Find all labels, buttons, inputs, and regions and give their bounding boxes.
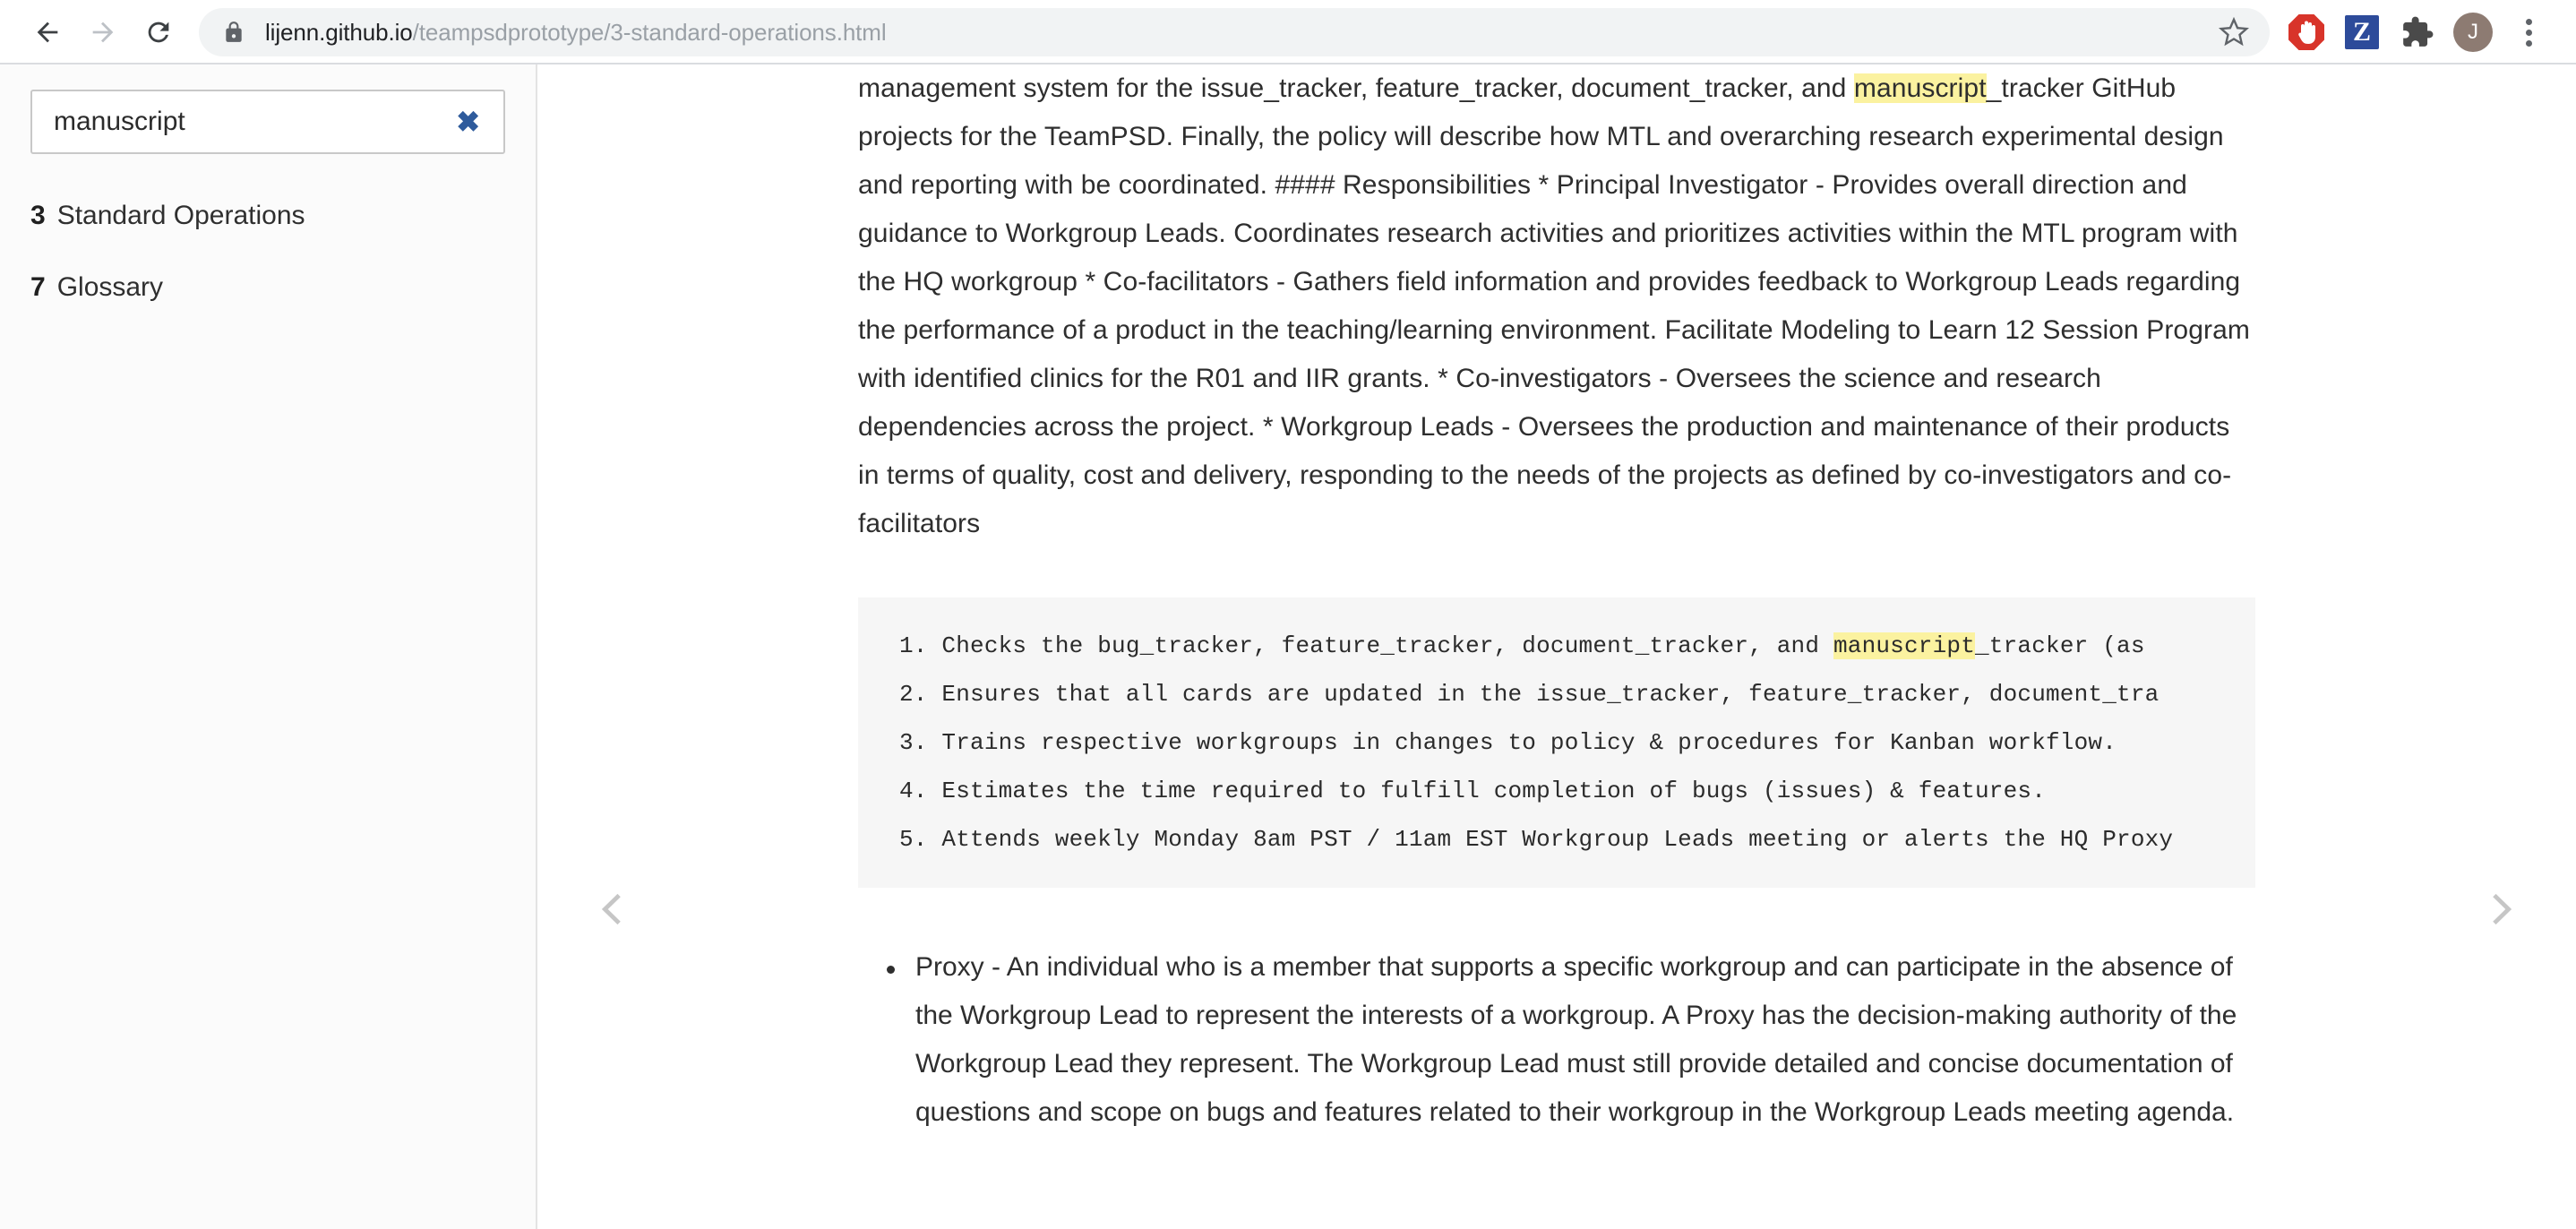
result-count: 3 bbox=[30, 201, 46, 230]
search-sidebar: manuscript ✖ 3 Standard Operations 7 Glo… bbox=[0, 64, 537, 1229]
paragraph-part-1: management system for the issue_tracker,… bbox=[858, 73, 1854, 103]
code-line-text: 1. Checks the bug_tracker, feature_track… bbox=[899, 632, 1833, 659]
list-item: Proxy - An individual who is a member th… bbox=[858, 943, 2242, 1137]
url-host: lijenn.github.io bbox=[265, 18, 413, 46]
search-input[interactable]: manuscript ✖ bbox=[30, 90, 505, 154]
chevron-right-icon bbox=[2493, 893, 2512, 925]
search-input-value: manuscript bbox=[54, 107, 185, 136]
lock-icon bbox=[222, 21, 245, 44]
prev-page-button[interactable] bbox=[587, 884, 637, 934]
definition-list: Proxy - An individual who is a member th… bbox=[858, 943, 2255, 1137]
code-line: 4. Estimates the time required to fulfil… bbox=[899, 778, 2047, 804]
search-highlight: manuscript bbox=[1853, 73, 1987, 103]
back-arrow-icon bbox=[37, 21, 58, 43]
code-line-text-after: _tracker (as bbox=[1975, 632, 2145, 659]
result-count: 7 bbox=[30, 272, 46, 302]
url-text: lijenn.github.io/teampsdprototype/3-stan… bbox=[265, 19, 2209, 47]
zotero-icon[interactable]: Z bbox=[2334, 4, 2390, 60]
intro-paragraph: management system for the issue_tracker,… bbox=[858, 64, 2255, 548]
chevron-left-icon bbox=[601, 893, 621, 925]
url-path: /teampsdprototype/3-standard-operations.… bbox=[412, 18, 887, 46]
zotero-z-glyph: Z bbox=[2345, 15, 2379, 49]
extensions-puzzle-icon[interactable] bbox=[2390, 4, 2445, 60]
reload-button[interactable] bbox=[131, 4, 186, 60]
search-result-item[interactable]: 7 Glossary bbox=[30, 272, 505, 303]
forward-arrow-icon bbox=[92, 21, 114, 43]
document-content: management system for the issue_tracker,… bbox=[537, 64, 2576, 1229]
page-body: manuscript ✖ 3 Standard Operations 7 Glo… bbox=[0, 64, 2576, 1229]
search-results-list: 3 Standard Operations 7 Glossary bbox=[30, 201, 505, 303]
clear-search-icon[interactable]: ✖ bbox=[452, 107, 484, 136]
search-highlight: manuscript bbox=[1833, 632, 1975, 659]
address-bar[interactable]: lijenn.github.io/teampsdprototype/3-stan… bbox=[199, 8, 2270, 56]
adblock-icon[interactable] bbox=[2279, 4, 2334, 60]
code-line: 3. Trains respective workgroups in chang… bbox=[899, 729, 2117, 756]
extension-icons: Z J bbox=[2279, 4, 2556, 60]
document-body: management system for the issue_tracker,… bbox=[858, 64, 2255, 1137]
next-page-button[interactable] bbox=[2477, 884, 2527, 934]
browser-toolbar: lijenn.github.io/teampsdprototype/3-stan… bbox=[0, 0, 2576, 64]
chrome-menu-button[interactable] bbox=[2501, 4, 2556, 60]
paragraph-part-2: _tracker GitHub projects for the TeamPSD… bbox=[858, 73, 2250, 538]
avatar-initial: J bbox=[2453, 13, 2493, 52]
result-label: Standard Operations bbox=[56, 201, 305, 230]
code-line: 5. Attends weekly Monday 8am PST / 11am … bbox=[899, 826, 2174, 853]
code-block: 1. Checks the bug_tracker, feature_track… bbox=[858, 597, 2255, 888]
bookmark-star-icon[interactable] bbox=[2209, 7, 2259, 57]
search-result-item[interactable]: 3 Standard Operations bbox=[30, 201, 505, 231]
forward-button[interactable] bbox=[75, 4, 131, 60]
reload-icon bbox=[148, 21, 169, 43]
result-label: Glossary bbox=[56, 272, 164, 302]
kebab-menu-icon bbox=[2525, 18, 2532, 47]
code-line: 2. Ensures that all cards are updated in… bbox=[899, 681, 2160, 708]
avatar[interactable]: J bbox=[2445, 4, 2501, 60]
back-button[interactable] bbox=[20, 4, 75, 60]
code-line: 1. Checks the bug_tracker, feature_track… bbox=[899, 622, 2255, 670]
